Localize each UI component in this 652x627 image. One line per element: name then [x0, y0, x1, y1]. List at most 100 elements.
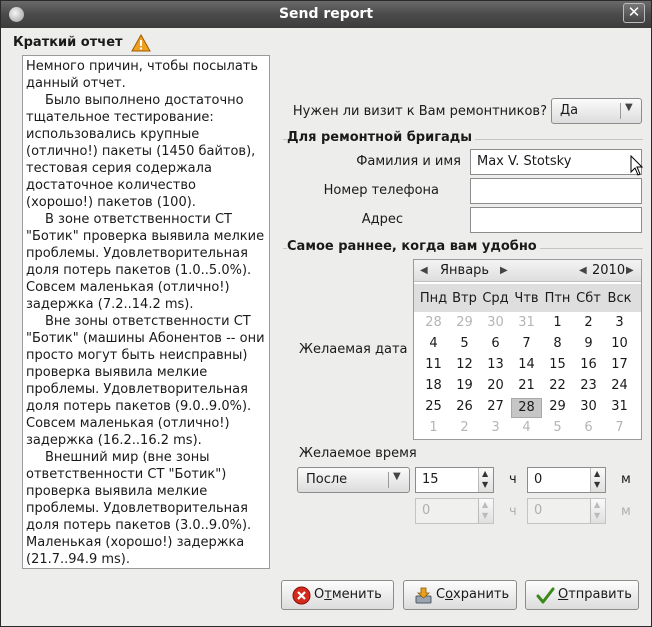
calendar-day[interactable]: 11	[418, 356, 449, 376]
calendar-day[interactable]: 30	[480, 314, 511, 334]
calendar-day[interactable]: 13	[480, 356, 511, 376]
calendar-year: 2010	[592, 263, 626, 278]
weekday-header: Чтв	[514, 291, 539, 306]
summary-heading: Краткий отчет	[13, 35, 123, 50]
summary-text-area[interactable]: Немного причин, чтобы посылать данный от…	[22, 55, 270, 569]
calendar-day[interactable]: 12	[449, 356, 480, 376]
save-icon	[415, 587, 432, 604]
calendar-day[interactable]: 27	[480, 398, 511, 418]
calendar-day[interactable]: 28	[511, 398, 542, 418]
date-calendar[interactable]: ◀ Январь ▶ ◀ 2010 ▶ Пнд Втр Срд Чтв Птн Сбт Вс…	[413, 259, 642, 440]
minute-unit-2: м	[621, 504, 631, 519]
calendar-day[interactable]: 5	[449, 335, 480, 355]
minute-spinner-2: 0 ▲ ▼	[527, 498, 606, 524]
address-field[interactable]	[470, 207, 642, 233]
calendar-day[interactable]: 4	[418, 335, 449, 355]
calendar-day[interactable]: 31	[511, 314, 542, 334]
calendar-day[interactable]: 24	[604, 377, 635, 397]
checkmark-icon	[536, 587, 555, 604]
hour-value: 15	[422, 472, 439, 487]
next-year-icon[interactable]: ▶	[626, 265, 634, 276]
calendar-day[interactable]: 25	[418, 398, 449, 418]
calendar-day[interactable]: 8	[542, 335, 573, 355]
calendar-day[interactable]: 3	[480, 419, 511, 439]
prev-month-icon[interactable]: ◀	[420, 265, 428, 276]
summary-paragraph: Немного причин, чтобы посылать данный от…	[26, 59, 259, 91]
calendar-day[interactable]: 29	[449, 314, 480, 334]
save-button[interactable]: Сохранить	[403, 580, 517, 610]
calendar-day[interactable]: 26	[449, 398, 480, 418]
calendar-day[interactable]: 30	[573, 398, 604, 418]
title-bar: Send report ✕	[1, 1, 651, 28]
calendar-day[interactable]: 2	[573, 314, 604, 334]
next-month-icon[interactable]: ▶	[500, 265, 508, 276]
calendar-day[interactable]: 19	[449, 377, 480, 397]
summary-paragraph: В зоне ответственности СТ "Ботик" провер…	[26, 212, 265, 312]
visit-combo-value: Да	[560, 103, 579, 118]
save-button-label: Сохранить	[436, 587, 510, 602]
spin-down-icon[interactable]: ▼	[482, 480, 488, 489]
hour-spinner[interactable]: 15 ▲ ▼	[415, 467, 494, 493]
calendar-weekdays: Пнд Втр Срд Чтв Птн Сбт Вск	[414, 284, 641, 312]
name-field[interactable]: Max V. Stotsky	[470, 149, 642, 175]
time-mode-combo[interactable]: После ▼	[297, 467, 410, 493]
calendar-day[interactable]: 23	[573, 377, 604, 397]
calendar-day[interactable]: 9	[573, 335, 604, 355]
calendar-day[interactable]: 4	[511, 419, 542, 439]
calendar-day[interactable]: 16	[573, 356, 604, 376]
spin-up-icon[interactable]: ▲	[594, 469, 600, 478]
spin-up-icon[interactable]: ▲	[482, 469, 488, 478]
weekday-header: Втр	[452, 291, 477, 306]
minute-unit: м	[621, 472, 631, 487]
calendar-day[interactable]: 22	[542, 377, 573, 397]
window-menu-icon[interactable]	[9, 7, 24, 22]
weekday-header: Сбт	[576, 291, 601, 306]
weekday-header: Птн	[544, 291, 571, 306]
summary-paragraph: Внешний мир (вне зоны ответственности СТ…	[26, 450, 252, 567]
calendar-day[interactable]: 3	[604, 314, 635, 334]
calendar-day[interactable]: 29	[542, 398, 573, 418]
calendar-day[interactable]: 18	[418, 377, 449, 397]
calendar-day[interactable]: 7	[511, 335, 542, 355]
spin-down-icon: ▼	[594, 511, 601, 520]
calendar-day[interactable]: 15	[542, 356, 573, 376]
summary-paragraph: Вне зоны ответственности СТ "Ботик" (маш…	[26, 314, 265, 448]
hour-unit-2: ч	[509, 504, 517, 519]
phone-field[interactable]	[470, 178, 642, 204]
prev-year-icon[interactable]: ◀	[579, 265, 587, 276]
calendar-day[interactable]: 5	[542, 419, 573, 439]
close-icon[interactable]: ✕	[623, 3, 645, 23]
calendar-day[interactable]: 31	[604, 398, 635, 418]
send-button-label: Отправить	[558, 587, 632, 602]
weekday-header: Вск	[607, 291, 632, 306]
schedule-group-title: Самое раннее, когда вам удобно	[287, 239, 540, 254]
calendar-month: Январь	[440, 263, 490, 278]
calendar-day[interactable]: 21	[511, 377, 542, 397]
cancel-button[interactable]: Отменить	[281, 580, 394, 610]
calendar-day[interactable]: 7	[604, 419, 635, 439]
minute-value-2: 0	[534, 503, 543, 518]
spin-up-icon: ▲	[594, 500, 601, 509]
calendar-day[interactable]: 10	[604, 335, 635, 355]
minute-spinner[interactable]: 0 ▲ ▼	[527, 467, 606, 493]
weekday-header: Срд	[482, 291, 509, 306]
calendar-day[interactable]: 28	[418, 314, 449, 334]
hour-spinner-2: 0 ▲ ▼	[415, 498, 494, 524]
calendar-day[interactable]: 1	[418, 419, 449, 439]
calendar-day[interactable]: 6	[573, 419, 604, 439]
name-label: Фамилия и имя	[356, 154, 461, 169]
calendar-day[interactable]: 1	[542, 314, 573, 334]
visit-combo[interactable]: Да ▼	[551, 98, 642, 124]
phone-label: Номер телефона	[323, 183, 439, 198]
calendar-header: ◀ Январь ▶ ◀ 2010 ▶	[414, 260, 641, 282]
calendar-day[interactable]: 20	[480, 377, 511, 397]
repair-group-title: Для ремонтной бригады	[287, 130, 476, 145]
spin-up-icon: ▲	[482, 500, 489, 509]
calendar-day[interactable]: 2	[449, 419, 480, 439]
calendar-day[interactable]: 17	[604, 356, 635, 376]
calendar-day[interactable]: 6	[480, 335, 511, 355]
cancel-icon	[292, 586, 311, 605]
calendar-day[interactable]: 14	[511, 356, 542, 376]
spin-down-icon[interactable]: ▼	[594, 480, 600, 489]
send-button[interactable]: Отправить	[525, 580, 639, 610]
